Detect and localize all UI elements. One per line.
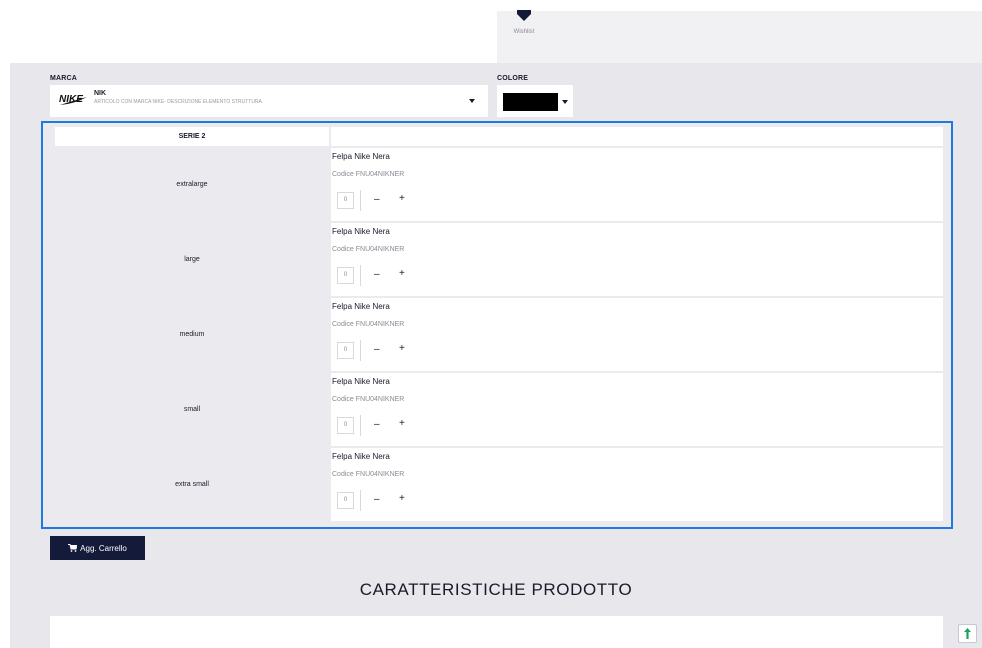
- product-cell: Felpa Nike Nera Codice FNU04NIKNER 0 – +: [331, 223, 943, 296]
- divider: [360, 340, 361, 361]
- header-right-panel: [497, 11, 982, 63]
- product-options-section: MARCA NIKE NIK ARTICOLO CON MARCA NIKE- …: [10, 63, 982, 648]
- product-code: Codice FNU04NIKNER: [332, 471, 405, 478]
- decrement-button[interactable]: –: [374, 494, 380, 506]
- product-name: Felpa Nike Nera: [332, 302, 390, 311]
- series-header-spacer: [331, 127, 943, 146]
- product-code: Codice FNU04NIKNER: [332, 321, 405, 328]
- size-label: small: [55, 373, 329, 446]
- heart-icon: [517, 10, 531, 21]
- increment-button[interactable]: +: [399, 268, 405, 280]
- size-label: medium: [55, 298, 329, 371]
- divider: [360, 190, 361, 211]
- quantity-input[interactable]: 0: [337, 417, 354, 434]
- arrow-up-icon: [964, 628, 971, 639]
- increment-button[interactable]: +: [399, 493, 405, 505]
- table-row: medium Felpa Nike Nera Codice FNU04NIKNE…: [55, 298, 943, 371]
- size-label: large: [55, 223, 329, 296]
- product-code: Codice FNU04NIKNER: [332, 396, 405, 403]
- quantity-input[interactable]: 0: [337, 492, 354, 509]
- color-select[interactable]: [497, 85, 573, 117]
- product-name: Felpa Nike Nera: [332, 377, 390, 386]
- size-quantity-grid: SERIE 2 extralarge Felpa Nike Nera Codic…: [41, 121, 953, 529]
- page: Wishlist MARCA NIKE NIK ARTICOLO CON MAR…: [0, 0, 982, 648]
- wishlist-link[interactable]: Wishlist: [509, 8, 539, 35]
- series-header: SERIE 2: [55, 127, 329, 146]
- brand-select[interactable]: NIKE NIK ARTICOLO CON MARCA NIKE- DESCRI…: [50, 85, 488, 117]
- divider: [360, 490, 361, 511]
- wishlist-label: Wishlist: [513, 29, 535, 35]
- cart-icon: [68, 544, 78, 552]
- features-panel: [50, 616, 943, 648]
- quantity-input[interactable]: 0: [337, 192, 354, 209]
- brand-label: MARCA: [50, 75, 78, 82]
- decrement-button[interactable]: –: [374, 419, 380, 431]
- section-title: CARATTERISTICHE PRODOTTO: [359, 580, 633, 599]
- table-row: small Felpa Nike Nera Codice FNU04NIKNER…: [55, 373, 943, 446]
- product-cell: Felpa Nike Nera Codice FNU04NIKNER 0 – +: [331, 448, 943, 521]
- add-to-cart-label: Agg. Carrello: [80, 543, 127, 553]
- product-name: Felpa Nike Nera: [332, 227, 390, 236]
- chevron-down-icon: [562, 100, 568, 104]
- decrement-button[interactable]: –: [374, 269, 380, 281]
- brand-code: NIK: [94, 90, 107, 97]
- product-cell: Felpa Nike Nera Codice FNU04NIKNER 0 – +: [331, 298, 943, 371]
- increment-button[interactable]: +: [399, 193, 405, 205]
- color-label: COLORE: [497, 75, 529, 82]
- color-swatch: [503, 93, 558, 111]
- size-label: extra small: [55, 448, 329, 521]
- product-cell: Felpa Nike Nera Codice FNU04NIKNER 0 – +: [331, 148, 943, 221]
- product-code: Codice FNU04NIKNER: [332, 171, 405, 178]
- table-row: large Felpa Nike Nera Codice FNU04NIKNER…: [55, 223, 943, 296]
- nike-logo: NIKE: [59, 94, 87, 105]
- brand-description: ARTICOLO CON MARCA NIKE- DESCRIZIONE ELE…: [94, 99, 262, 105]
- table-row: extralarge Felpa Nike Nera Codice FNU04N…: [55, 148, 943, 221]
- divider: [360, 265, 361, 286]
- size-label: extralarge: [55, 148, 329, 221]
- chevron-down-icon: [469, 99, 475, 103]
- product-name: Felpa Nike Nera: [332, 152, 390, 161]
- product-code: Codice FNU04NIKNER: [332, 246, 405, 253]
- table-row: extra small Felpa Nike Nera Codice FNU04…: [55, 448, 943, 521]
- quantity-input[interactable]: 0: [337, 267, 354, 284]
- grid-header: SERIE 2: [55, 127, 943, 146]
- increment-button[interactable]: +: [399, 418, 405, 430]
- scroll-to-top-button[interactable]: [958, 624, 977, 643]
- product-cell: Felpa Nike Nera Codice FNU04NIKNER 0 – +: [331, 373, 943, 446]
- add-to-cart-button[interactable]: Agg. Carrello: [50, 536, 145, 560]
- decrement-button[interactable]: –: [374, 194, 380, 206]
- product-name: Felpa Nike Nera: [332, 452, 390, 461]
- divider: [360, 415, 361, 436]
- decrement-button[interactable]: –: [374, 344, 380, 356]
- quantity-input[interactable]: 0: [337, 342, 354, 359]
- increment-button[interactable]: +: [399, 343, 405, 355]
